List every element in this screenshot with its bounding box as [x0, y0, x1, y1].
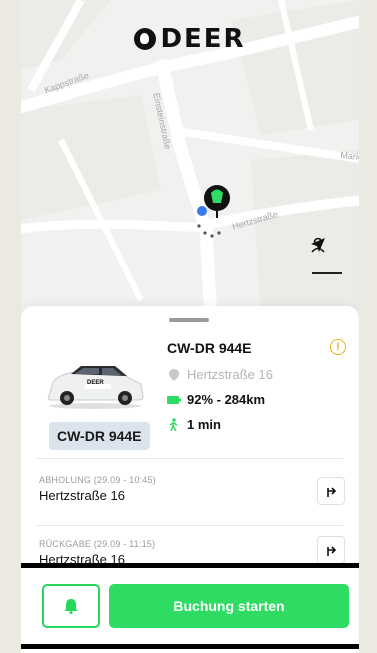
deer-logo-icon — [134, 28, 157, 50]
plate-badge: CW-DR 944E — [49, 422, 150, 450]
return-directions-button[interactable] — [317, 536, 345, 564]
brand-logo: DEER — [21, 24, 359, 54]
warning-icon[interactable]: ! — [330, 339, 346, 355]
divider — [37, 458, 343, 459]
battery-icon — [167, 395, 181, 404]
pickup-label: ABHOLUNG (29.09 - 10:45) — [39, 475, 156, 485]
vehicle-walk-row: 1 min — [167, 417, 221, 432]
profile-button[interactable] — [309, 237, 345, 310]
location-pin-icon — [169, 368, 179, 381]
notify-button[interactable] — [42, 584, 100, 628]
vehicle-walk-time: 1 min — [187, 417, 221, 432]
return-label: RÜCKGABE (29.09 - 11:15) — [39, 539, 156, 549]
vehicle-address: Hertzstraße 16 — [187, 367, 273, 382]
vehicle-battery: 92% - 284km — [187, 392, 266, 407]
pickup-address: Hertzstraße 16 — [39, 488, 125, 503]
person-icon — [311, 237, 325, 253]
user-location-dot — [197, 206, 207, 216]
directions-icon — [327, 546, 337, 556]
vehicle-address-row: Hertzstraße 16 — [167, 367, 273, 382]
start-booking-button[interactable]: Buchung starten — [109, 584, 349, 628]
vehicle-plate-title: CW-DR 944E — [167, 340, 252, 356]
vehicle-pin-icon — [204, 185, 230, 218]
bell-icon — [64, 599, 78, 614]
car-brand-text: DEER — [87, 380, 104, 386]
vehicle-battery-row: 92% - 284km — [167, 392, 265, 407]
directions-icon — [327, 487, 337, 497]
walking-icon — [169, 417, 178, 431]
app-screen: DEER Kappstraße Einsteinstraße Marie Her… — [21, 0, 359, 653]
map-view[interactable]: DEER Kappstraße Einsteinstraße Marie Her… — [21, 0, 359, 320]
sheet-drag-handle[interactable] — [169, 318, 209, 322]
divider — [37, 525, 343, 526]
map-controls — [309, 236, 345, 312]
pickup-directions-button[interactable] — [317, 477, 345, 505]
